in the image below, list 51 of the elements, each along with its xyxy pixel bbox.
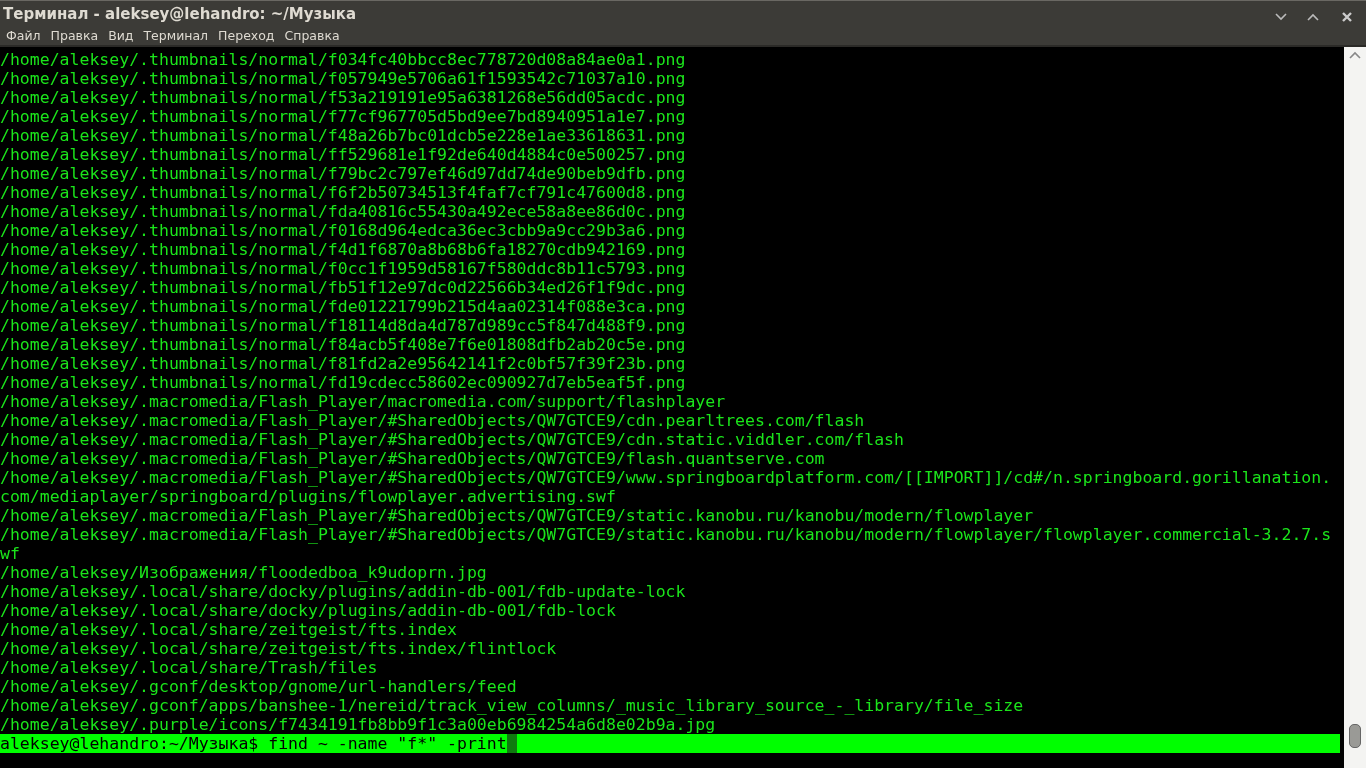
output-line: /home/aleksey/.thumbnails/normal/f81fd2a2e95642141f2c0bf57f39f23b.png xyxy=(0,354,686,373)
output-line: /home/aleksey/.macromedia/Flash_Player/#SharedObjects/QW7GTCE9/static.kanobu.ru/kanobu/modern/flowplayer/flowplayer.commercial-3.2.7.s xyxy=(0,525,1332,544)
output-line: /home/aleksey/.thumbnails/normal/fd19cdecc58602ec090927d7eb5eaf5f.png xyxy=(0,373,686,392)
scroll-up-icon[interactable] xyxy=(1349,51,1361,59)
output-line: /home/aleksey/.thumbnails/normal/f18114d8da4d787d989cc5f847d488f9.png xyxy=(0,316,686,335)
close-icon[interactable] xyxy=(1341,10,1353,23)
window-title: Терминал - aleksey@lehandro: ~/Музыка xyxy=(3,4,357,26)
menu-item[interactable]: Переход xyxy=(218,27,275,46)
output-line: /home/aleksey/.macromedia/Flash_Player/#SharedObjects/QW7GTCE9/cdn.pearltrees.com/flash xyxy=(0,411,865,430)
output-line: /home/aleksey/.gconf/apps/banshee-1/nereid/track_view_columns/_music_library_source_-_library/file_size xyxy=(0,696,1024,715)
output-line: /home/aleksey/.thumbnails/normal/f0cc1f1959d58167f580ddc8b11c5793.png xyxy=(0,259,686,278)
output-line: /home/aleksey/.local/share/docky/plugins/addin-db-001/fdb-lock xyxy=(0,601,616,620)
output-line: /home/aleksey/.macromedia/Flash_Player/#SharedObjects/QW7GTCE9/static.kanobu.ru/kanobu/modern/flowplayer xyxy=(0,506,1034,525)
menu-item[interactable]: Терминал xyxy=(143,27,209,46)
scroll-thumb[interactable] xyxy=(1349,724,1361,748)
output-line: /home/aleksey/.thumbnails/normal/fda40816c55430a492ece58a8ee86d0c.png xyxy=(0,202,686,221)
minimize-icon[interactable] xyxy=(1275,12,1287,21)
output-line: /home/aleksey/.macromedia/Flash_Player/#SharedObjects/QW7GTCE9/www.springboardplatform.com/[[IMPORT]]/cd#/n.springboard.gorillanation. xyxy=(0,468,1332,487)
output-line: /home/aleksey/.macromedia/Flash_Player/#SharedObjects/QW7GTCE9/cdn.static.viddler.com/flash xyxy=(0,430,904,449)
output-line: wf xyxy=(0,544,20,563)
menu-item[interactable]: Вид xyxy=(108,27,134,46)
output-line: /home/aleksey/.local/share/zeitgeist/fts.index xyxy=(0,620,457,639)
output-line: /home/aleksey/.thumbnails/normal/f84acb5f408e7f6e01808dfb2ab20c5e.png xyxy=(0,335,686,354)
output-line: /home/aleksey/.local/share/zeitgeist/fts.index/flintlock xyxy=(0,639,557,658)
output-line: /home/aleksey/.thumbnails/normal/fde01221799b215d4aa02314f088e3ca.png xyxy=(0,297,686,316)
scrollbar[interactable] xyxy=(1344,47,1366,768)
output-line: /home/aleksey/.purple/icons/f7434191fb8bb9f1c3a00eb6984254a6d8e02b9a.jpg xyxy=(0,715,716,734)
output-line: /home/aleksey/.local/share/docky/plugins/addin-db-001/fdb-update-lock xyxy=(0,582,686,601)
maximize-icon[interactable] xyxy=(1307,12,1319,21)
command-prompt[interactable]: aleksey@lehandro:~/Музыка$ find ~ -name "f*" -print xyxy=(0,734,507,753)
menu-item[interactable]: Справка xyxy=(284,27,340,46)
output-line: /home/aleksey/.local/share/Trash/files xyxy=(0,658,378,677)
output-line: /home/aleksey/.thumbnails/normal/f79bc2c797ef46d97dd74de90beb9dfb.png xyxy=(0,164,686,183)
output-line: com/mediaplayer/springboard/plugins/flowplayer.advertising.swf xyxy=(0,487,616,506)
output-line: /home/aleksey/.thumbnails/normal/f0168d964edca36ec3cbb9a9cc29b3a6.png xyxy=(0,221,686,240)
output-line: /home/aleksey/.thumbnails/normal/f77cf967705d5bd9ee7bd8940951a1e7.png xyxy=(0,107,686,126)
output-line: /home/aleksey/.thumbnails/normal/f057949e5706a61f1593542c71037a10.png xyxy=(0,69,686,88)
output-line: /home/aleksey/.thumbnails/normal/f6f2b50734513f4faf7cf791c47600d8.png xyxy=(0,183,686,202)
menu-item[interactable]: Правка xyxy=(50,27,99,46)
output-line: /home/aleksey/.thumbnails/normal/f48a26b7bc01dcb5e228e1ae33618631.png xyxy=(0,126,686,145)
output-line: /home/aleksey/.thumbnails/normal/fb51f12e97dc0d22566b34ed26f1f9dc.png xyxy=(0,278,686,297)
output-line: /home/aleksey/.thumbnails/normal/f034fc40bbcc8ec778720d08a84ae0a1.png xyxy=(0,50,686,69)
output-line: /home/aleksey/.macromedia/Flash_Player/#SharedObjects/QW7GTCE9/flash.quantserve.com xyxy=(0,449,825,468)
text-cursor xyxy=(506,734,517,753)
output-line: /home/aleksey/.gconf/desktop/gnome/url-handlers/feed xyxy=(0,677,517,696)
output-line: /home/aleksey/.thumbnails/normal/ff529681e1f92de640d4884c0e500257.png xyxy=(0,145,686,164)
menu-item[interactable]: Файл xyxy=(6,27,41,46)
output-line: /home/aleksey/Изображения/floodedboa_k9udoprn.jpg xyxy=(0,563,487,582)
output-line: /home/aleksey/.macromedia/Flash_Player/macromedia.com/support/flashplayer xyxy=(0,392,726,411)
output-line: /home/aleksey/.thumbnails/normal/f53a219191e95a6381268e56dd05acdc.png xyxy=(0,88,686,107)
output-line: /home/aleksey/.thumbnails/normal/f4d1f6870a8b68b6fa18270cdb942169.png xyxy=(0,240,686,259)
